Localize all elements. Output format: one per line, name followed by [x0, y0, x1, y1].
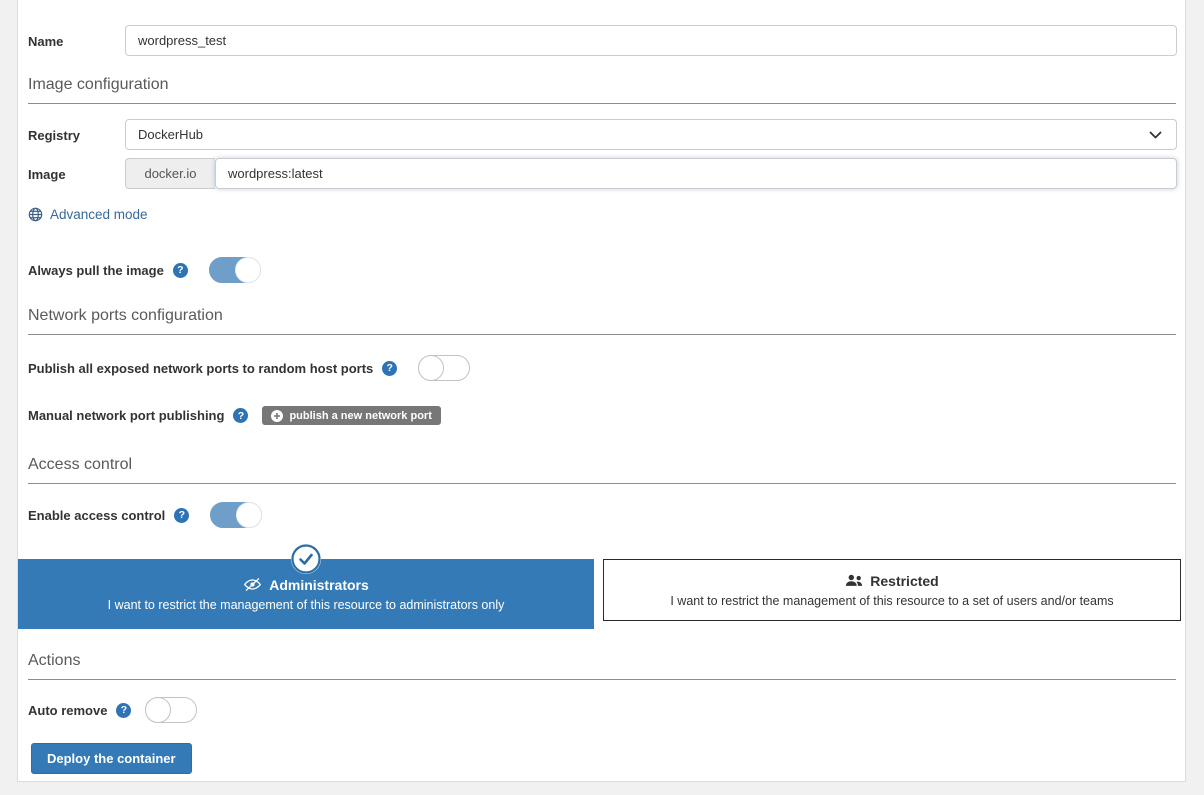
advanced-mode-label: Advanced mode: [50, 207, 148, 222]
registry-selected-value: DockerHub: [138, 127, 204, 142]
image-input[interactable]: [215, 158, 1177, 189]
image-label: Image: [28, 167, 66, 182]
registry-row: Registry DockerHub: [28, 119, 1177, 150]
access-control-options: Administrators I want to restrict the ma…: [18, 544, 1181, 629]
access-option-administrators[interactable]: Administrators I want to restrict the ma…: [18, 544, 594, 629]
access-option-description: I want to restrict the management of thi…: [670, 593, 1114, 608]
publish-all-toggle[interactable]: [418, 355, 471, 381]
name-input[interactable]: [125, 25, 1177, 56]
registry-label: Registry: [28, 128, 81, 143]
help-icon[interactable]: [116, 702, 132, 718]
enable-access-label: Enable access control: [28, 507, 166, 523]
name-row: Name: [28, 25, 1177, 56]
name-label: Name: [28, 34, 64, 49]
section-title-network-ports: Network ports configuration: [28, 307, 1176, 335]
chevron-down-icon: [1149, 131, 1162, 139]
access-option-title: Restricted: [870, 572, 939, 589]
help-icon[interactable]: [382, 360, 398, 376]
access-option-description: I want to restrict the management of thi…: [107, 597, 505, 612]
always-pull-label: Always pull the image: [28, 262, 164, 278]
section-title-image-configuration: Image configuration: [28, 76, 1176, 104]
always-pull-row: Always pull the image: [28, 257, 1177, 283]
section-title-access-control: Access control: [28, 456, 1176, 484]
auto-remove-toggle[interactable]: [145, 697, 198, 723]
publish-all-label: Publish all exposed network ports to ran…: [28, 360, 374, 376]
always-pull-toggle[interactable]: [208, 257, 261, 283]
help-icon[interactable]: [174, 507, 190, 523]
enable-access-row: Enable access control: [28, 502, 1177, 528]
access-option-restricted[interactable]: Restricted I want to restrict the manage…: [603, 559, 1181, 621]
image-row: Image docker.io: [28, 158, 1177, 189]
publish-new-port-button-label: publish a new network port: [289, 409, 432, 422]
publish-all-row: Publish all exposed network ports to ran…: [28, 355, 1177, 381]
manual-port-row: Manual network port publishing publish a…: [28, 406, 1177, 425]
auto-remove-label: Auto remove: [28, 702, 108, 718]
enable-access-toggle[interactable]: [210, 502, 263, 528]
eye-slash-icon: [243, 577, 262, 592]
registry-select[interactable]: DockerHub: [125, 119, 1177, 150]
container-form-card: Name Image configuration Registry Docker…: [17, 0, 1186, 782]
section-title-actions: Actions: [28, 652, 1176, 680]
manual-port-label: Manual network port publishing: [28, 408, 225, 423]
check-circle-icon: [291, 544, 321, 574]
access-option-title: Administrators: [269, 576, 369, 593]
advanced-mode-link[interactable]: Advanced mode: [28, 207, 148, 222]
publish-new-port-button[interactable]: publish a new network port: [262, 406, 441, 425]
help-icon[interactable]: [233, 408, 249, 423]
users-icon: [845, 574, 863, 587]
help-icon[interactable]: [172, 262, 188, 278]
auto-remove-row: Auto remove: [28, 697, 1177, 723]
globe-icon: [28, 207, 43, 222]
registry-prefix-addon: docker.io: [125, 158, 215, 189]
plus-circle-icon: [271, 409, 284, 422]
deploy-container-button[interactable]: Deploy the container: [31, 743, 192, 774]
